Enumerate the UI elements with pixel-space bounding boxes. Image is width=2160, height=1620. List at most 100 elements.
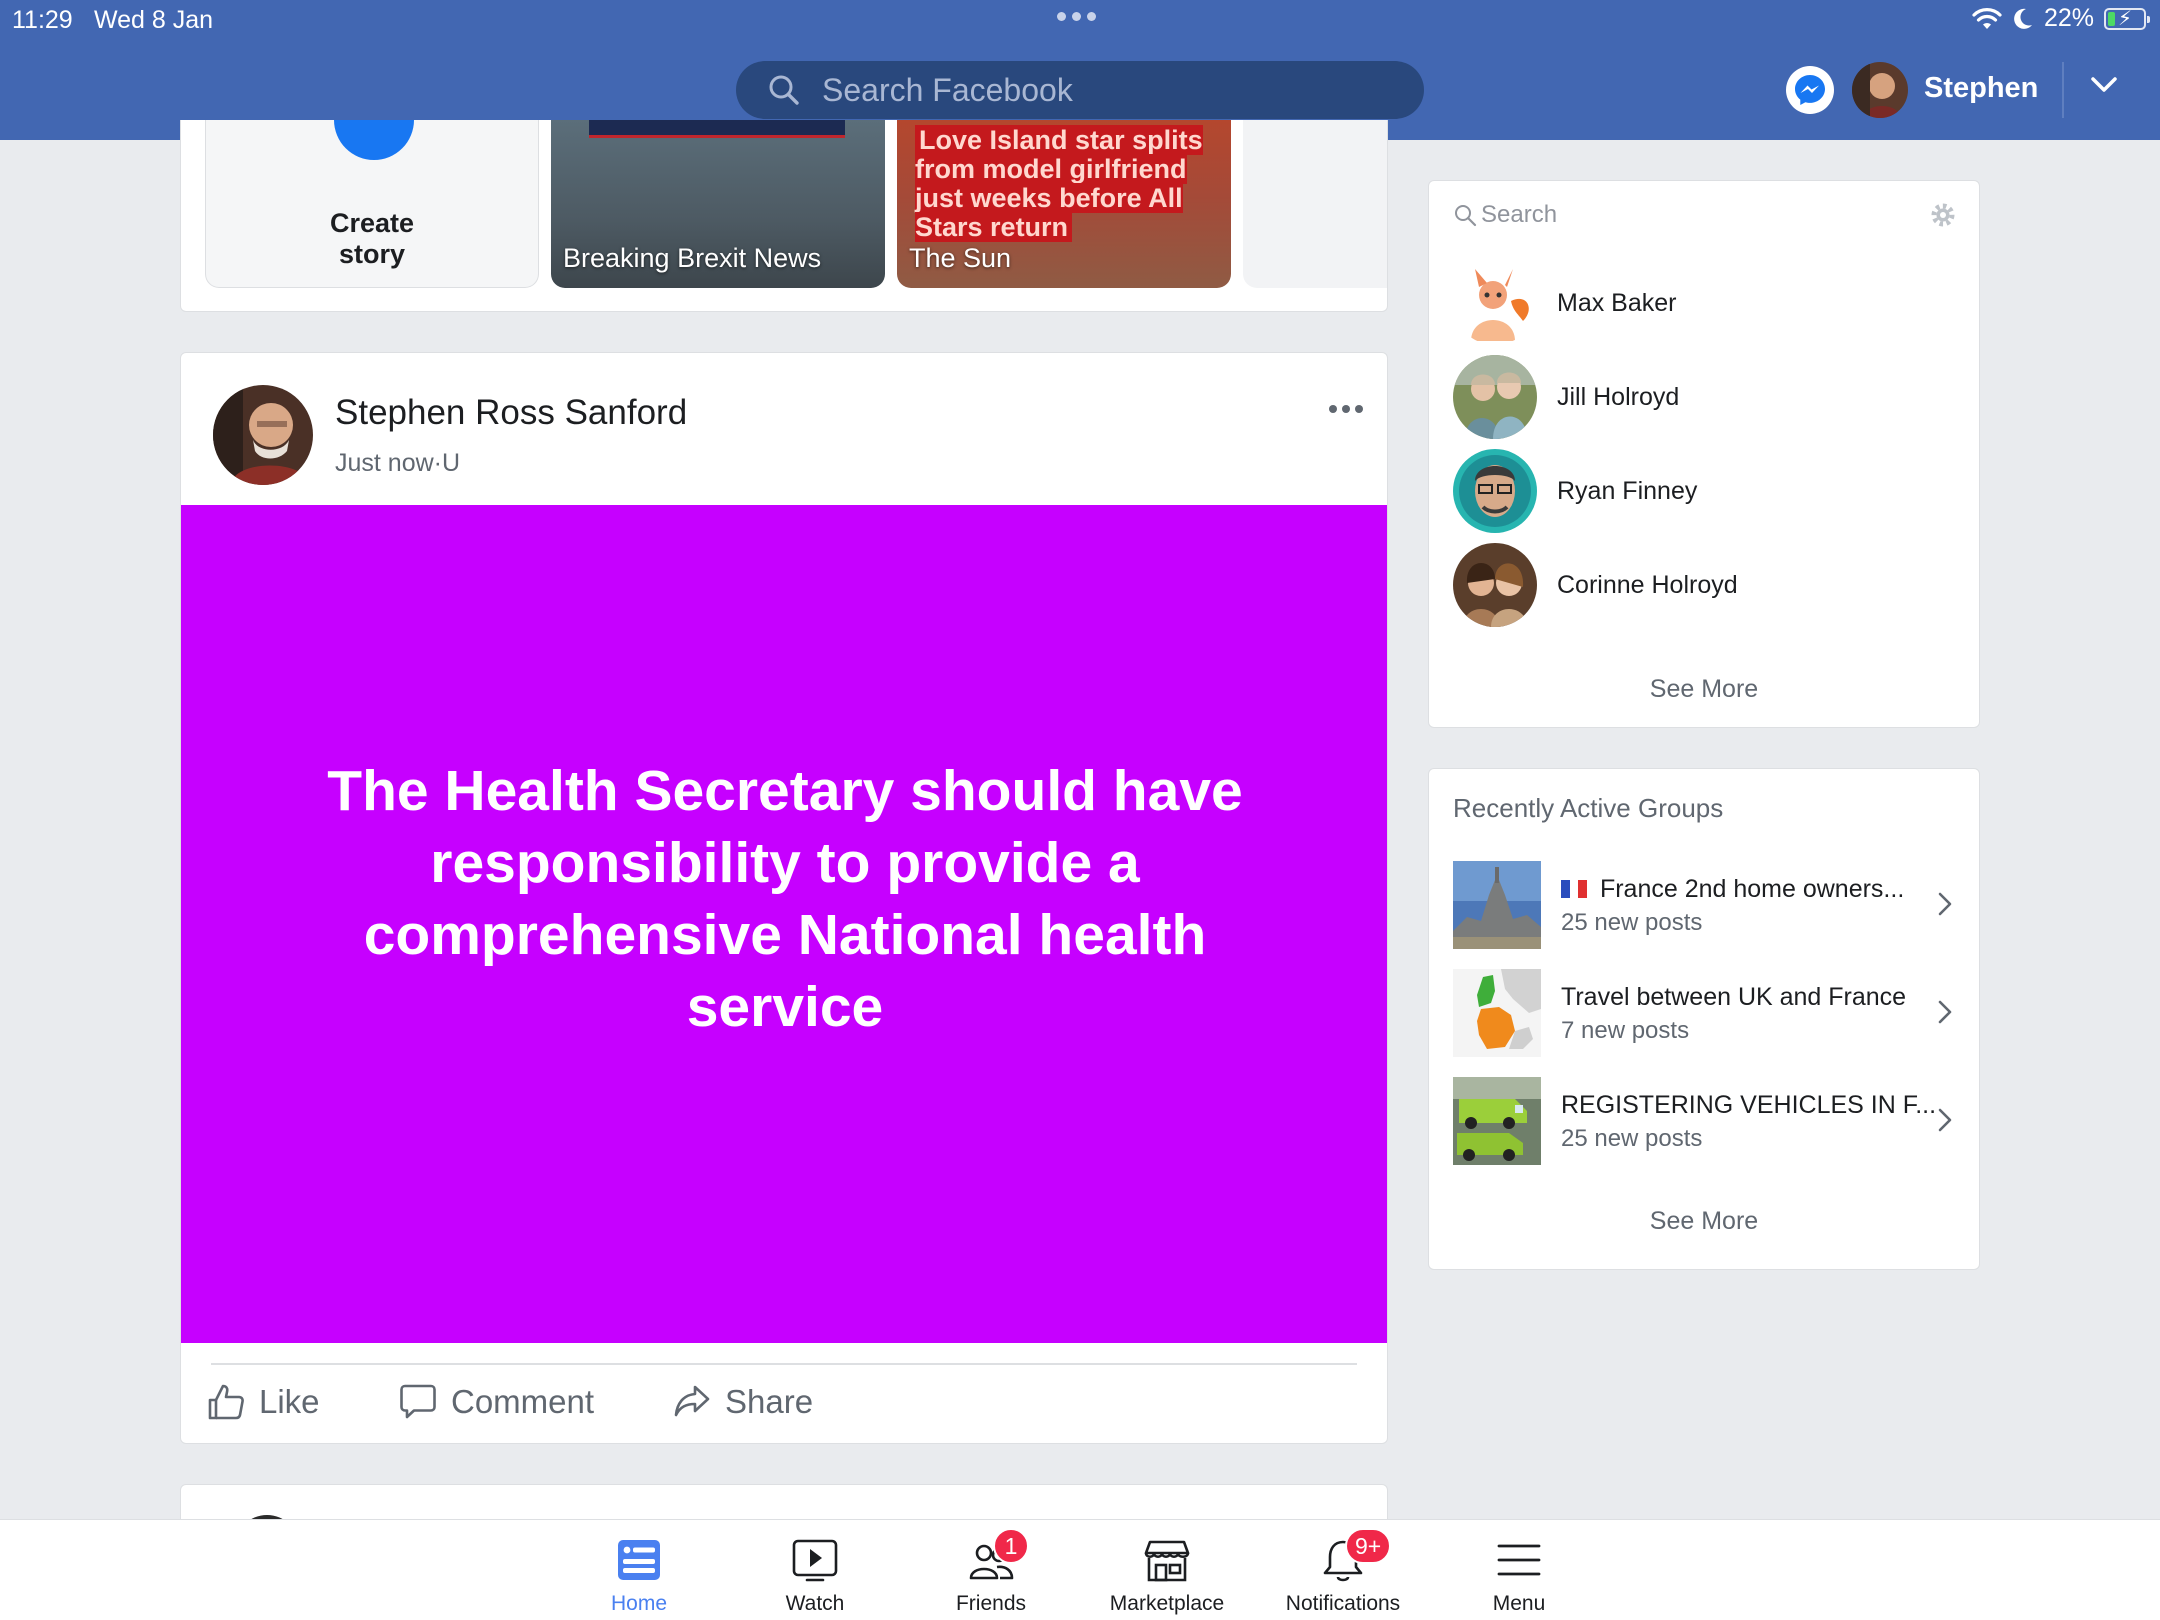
battery-percent: 22% <box>2043 4 2094 32</box>
top-bar: 11:29 Wed 8 Jan 22% ⚡ Search Facebook St… <box>0 0 2160 140</box>
tab-marketplace[interactable]: Marketplace <box>1087 1520 1247 1620</box>
contacts-see-more-link[interactable]: See More <box>1429 675 1979 704</box>
group-new-posts-count: 7 new posts <box>1561 1017 1690 1044</box>
contact-item-ryan-finney[interactable]: Ryan Finney <box>1453 449 1697 533</box>
contacts-panel: Search Max Baker Jill Holroyd Ryan Finne… <box>1428 180 1980 728</box>
contact-avatar <box>1453 543 1537 627</box>
stories-tray: Create story Breaking Brexit News Love I… <box>180 120 1388 312</box>
create-story-plus-icon <box>334 120 414 160</box>
moon-icon <box>2014 8 2032 29</box>
contact-name: Corinne Holroyd <box>1557 570 1738 599</box>
tab-label: Menu <box>1492 1592 1546 1615</box>
story-name: Breaking Brexit News <box>563 243 822 273</box>
post-meta: Just now·U <box>335 449 461 477</box>
groups-panel-title: Recently Active Groups <box>1453 793 1724 823</box>
create-story-label: Create story <box>329 208 415 269</box>
story-headline: Love Island star splits from model girlf… <box>915 125 1203 242</box>
recently-active-groups-panel: Recently Active Groups France 2nd home o… <box>1428 768 1980 1270</box>
messenger-icon <box>1795 75 1825 105</box>
watch-play-icon <box>792 1539 838 1582</box>
share-label: Share <box>725 1383 814 1420</box>
post-actions-divider <box>211 1363 1357 1365</box>
group-item-registering-vehicles[interactable]: REGISTERING VEHICLES IN F... 25 new post… <box>1453 1077 1973 1165</box>
post-audience: U <box>442 449 461 477</box>
groups-see-more-link[interactable]: See More <box>1429 1207 1979 1236</box>
like-label: Like <box>259 1383 320 1420</box>
group-new-posts-count: 25 new posts <box>1561 1125 1703 1152</box>
group-item-travel-between-uk-and-france[interactable]: Travel between UK and France 7 new posts <box>1453 969 1973 1057</box>
search-placeholder: Search Facebook <box>822 71 1073 108</box>
tab-label: Notifications <box>1285 1592 1401 1615</box>
group-thumbnail <box>1453 861 1541 949</box>
profile-avatar[interactable] <box>1852 62 1908 118</box>
battery-icon: ⚡ <box>2104 7 2150 30</box>
messenger-button[interactable] <box>1786 66 1834 114</box>
search-icon <box>769 75 799 105</box>
story-card-the-sun[interactable]: Love Island star splits from model girlf… <box>897 120 1231 288</box>
tab-watch[interactable]: Watch <box>735 1520 895 1620</box>
group-item-france-2nd-home-owners[interactable]: France 2nd home owners... 25 new posts <box>1453 861 1973 949</box>
status-date: Wed 8 Jan <box>94 6 214 34</box>
story-card-breaking-brexit-news[interactable]: Breaking Brexit News <box>551 120 885 288</box>
group-thumbnail <box>1453 969 1541 1057</box>
share-arrow-icon <box>674 1385 710 1417</box>
marketplace-shop-icon <box>1144 1540 1190 1582</box>
group-name: REGISTERING VEHICLES IN F... <box>1561 1091 1937 1119</box>
contacts-search-input[interactable]: Search <box>1453 201 1557 229</box>
contact-avatar <box>1453 355 1537 439</box>
gear-icon[interactable] <box>1929 201 1957 229</box>
contact-name: Jill Holroyd <box>1557 382 1680 411</box>
wifi-icon <box>1972 7 2002 29</box>
thumbs-up-icon <box>208 1384 244 1420</box>
multitasking-dots-icon[interactable] <box>1057 12 1096 21</box>
status-time: 11:29 <box>12 6 73 34</box>
group-name: Travel between UK and France <box>1561 983 1907 1011</box>
tab-label: Marketplace <box>1109 1592 1225 1615</box>
bottom-tab-bar: Home Watch 1 Friends Marketplace 9+ Noti… <box>0 1519 2160 1620</box>
contact-item-max-baker[interactable]: Max Baker <box>1453 261 1676 345</box>
friends-badge: 1 <box>993 1528 1029 1564</box>
create-story-card[interactable]: Create story <box>205 120 539 288</box>
tab-label: Watch <box>785 1592 845 1615</box>
france-flag-icon <box>1561 875 1600 903</box>
story-thumbnail <box>589 120 845 138</box>
story-name: The Sun <box>909 243 1012 273</box>
group-name: France 2nd home owners... <box>1561 875 1904 904</box>
tab-friends[interactable]: 1 Friends <box>911 1520 1071 1620</box>
contact-item-jill-holroyd[interactable]: Jill Holroyd <box>1453 355 1679 439</box>
post-colored-background: The Health Secretary should have respons… <box>181 505 1387 1343</box>
tab-notifications[interactable]: 9+ Notifications <box>1263 1520 1423 1620</box>
post-options-icon[interactable] <box>1329 405 1363 413</box>
home-feed-icon <box>618 1540 660 1580</box>
post-timestamp[interactable]: Just now <box>335 449 434 477</box>
post-author-name[interactable]: Stephen Ross Sanford <box>335 393 687 433</box>
story-card-partial[interactable] <box>1243 120 1387 288</box>
post-author-avatar[interactable] <box>213 385 313 485</box>
comment-bubble-icon <box>400 1384 436 1419</box>
tab-home[interactable]: Home <box>559 1520 719 1620</box>
contact-name: Ryan Finney <box>1557 476 1698 505</box>
tab-label: Home <box>610 1592 668 1615</box>
contact-name: Max Baker <box>1557 288 1677 317</box>
tab-label: Friends <box>955 1592 1027 1615</box>
contact-avatar <box>1453 449 1537 533</box>
tab-menu[interactable]: Menu <box>1439 1520 1599 1620</box>
chevron-right-icon <box>1938 892 1952 916</box>
header-username[interactable]: Stephen <box>1924 72 2038 105</box>
group-new-posts-count: 25 new posts <box>1561 909 1703 936</box>
status-icons: 22% ⚡ <box>1972 4 2150 33</box>
group-thumbnail <box>1453 1077 1541 1165</box>
contact-item-corinne-holroyd[interactable]: Corinne Holroyd <box>1453 543 1738 627</box>
chevron-right-icon <box>1938 1108 1952 1132</box>
search-facebook-input[interactable]: Search Facebook <box>736 61 1424 119</box>
share-button[interactable]: Share <box>673 1383 813 1421</box>
notifications-badge: 9+ <box>1345 1528 1392 1564</box>
contacts-search-placeholder: Search <box>1481 201 1558 228</box>
header-divider <box>2062 62 2064 118</box>
chevron-down-icon[interactable] <box>2090 76 2118 94</box>
comment-label: Comment <box>451 1383 595 1420</box>
feed-post: Stephen Ross Sanford Just now·U The Heal… <box>180 352 1388 1444</box>
like-button[interactable]: Like <box>207 1383 320 1421</box>
chevron-right-icon <box>1938 1000 1952 1024</box>
comment-button[interactable]: Comment <box>399 1383 594 1421</box>
